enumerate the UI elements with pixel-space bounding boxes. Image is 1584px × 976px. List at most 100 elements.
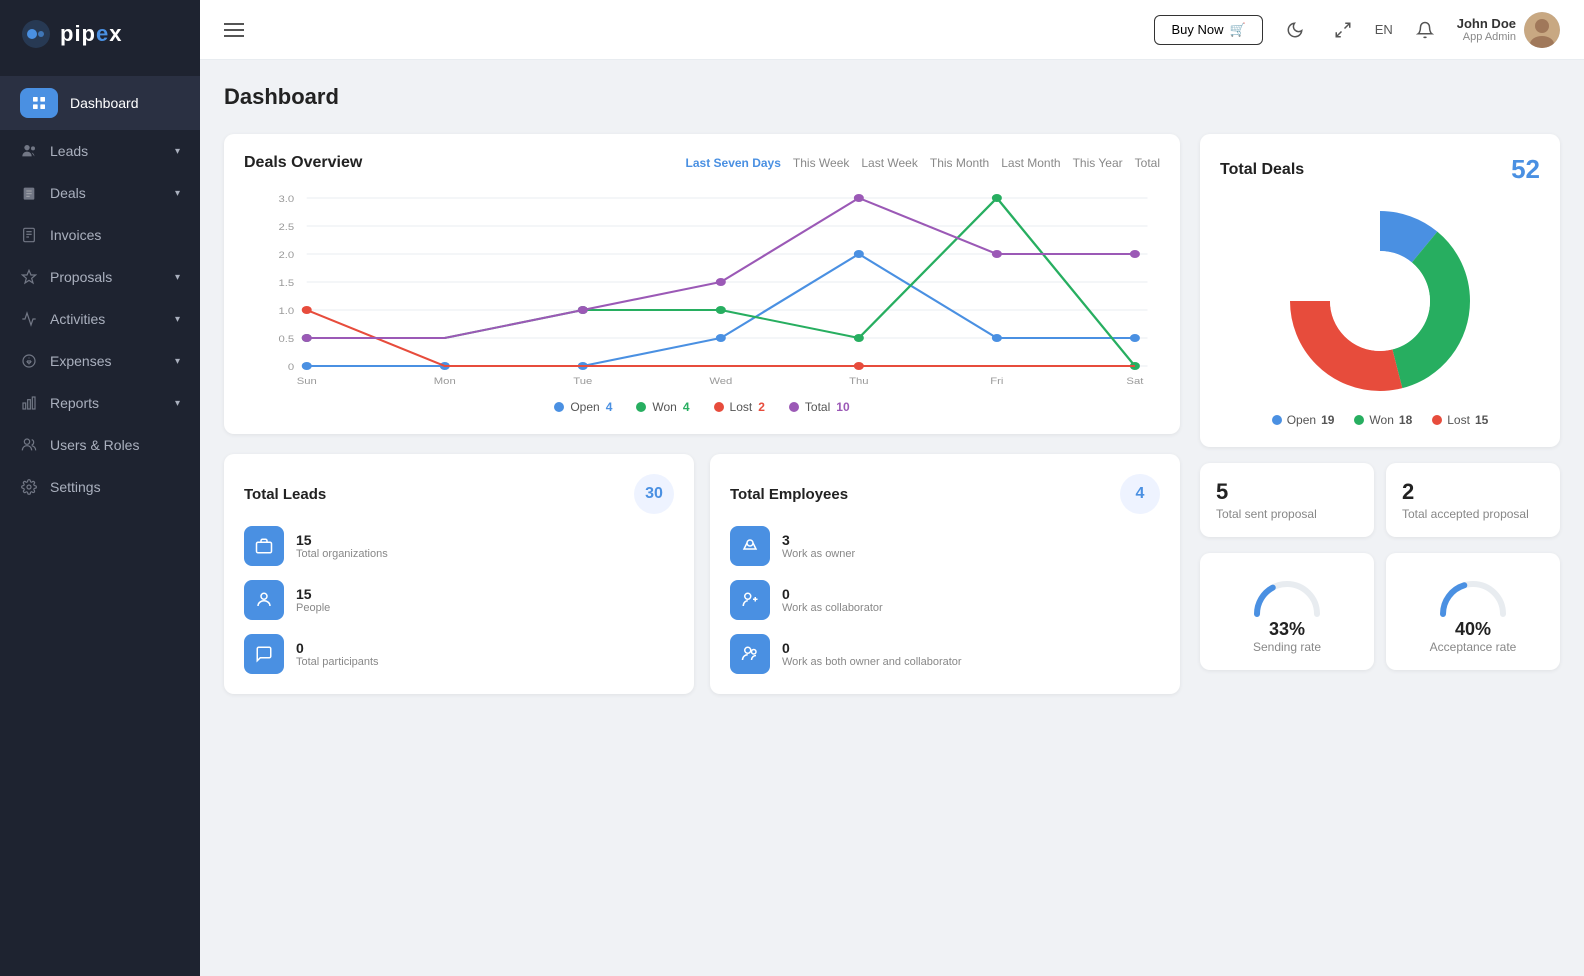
dashboard-grid: Deals Overview Last Seven Days This Week…	[224, 134, 1560, 694]
total-deals-header: Total Deals 52	[1220, 154, 1540, 185]
both-label: Work as both owner and collaborator	[782, 656, 962, 668]
sidebar-item-label: Settings	[50, 479, 101, 495]
page-content: Dashboard Deals Overview Last Seven Days…	[200, 60, 1584, 976]
owner-value: 3	[782, 532, 855, 548]
legend-dot-open	[554, 402, 564, 412]
svg-text:Sat: Sat	[1126, 377, 1143, 387]
svg-text:1.5: 1.5	[279, 279, 295, 289]
sidebar-item-label: Leads	[50, 143, 88, 159]
sidebar-item-reports[interactable]: Reports ▾	[0, 382, 200, 424]
sending-rate-card: 33% Sending rate	[1200, 553, 1374, 670]
svg-text:1.0: 1.0	[279, 307, 295, 317]
collaborator-value: 0	[782, 586, 883, 602]
sidebar-item-expenses[interactable]: Expenses ▾	[0, 340, 200, 382]
rate-row: 33% Sending rate 40% Acceptance rate	[1200, 553, 1560, 670]
donut-legend: Open 19 Won 18 Lost 15	[1220, 413, 1540, 427]
svg-text:2.0: 2.0	[279, 251, 295, 261]
header-right: Buy Now 🛒 EN John Doe App Admin	[1154, 12, 1560, 48]
total-deals-count: 52	[1511, 154, 1540, 185]
people-label: People	[296, 602, 330, 614]
notifications-button[interactable]	[1409, 14, 1441, 46]
legend-label-won: Won	[652, 400, 676, 414]
svg-text:2.5: 2.5	[279, 223, 295, 233]
filter-last-week[interactable]: Last Week	[861, 156, 917, 170]
fullscreen-button[interactable]	[1327, 14, 1359, 46]
stats-row: Total Leads 30 15 Total organizations	[224, 454, 1180, 694]
chevron-down-icon: ▾	[175, 398, 180, 409]
legend-dot-lost	[714, 402, 724, 412]
buy-now-label: Buy Now	[1171, 22, 1223, 37]
stat-item-both: 0 Work as both owner and collaborator	[730, 634, 1160, 674]
buy-now-button[interactable]: Buy Now 🛒	[1154, 15, 1262, 45]
user-name: John Doe	[1457, 16, 1516, 31]
owner-label: Work as owner	[782, 548, 855, 560]
total-leads-header: Total Leads 30	[244, 474, 674, 514]
sent-proposal-label: Total sent proposal	[1216, 507, 1358, 521]
filter-this-month[interactable]: This Month	[930, 156, 989, 170]
leads-icon	[20, 142, 38, 160]
donut-legend-open: Open 19	[1272, 413, 1335, 427]
sidebar-item-activities[interactable]: Activities ▾	[0, 298, 200, 340]
filter-total[interactable]: Total	[1135, 156, 1160, 170]
sidebar-item-label: Deals	[50, 185, 86, 201]
proposal-row: 5 Total sent proposal 2 Total accepted p…	[1200, 463, 1560, 537]
page-title: Dashboard	[224, 84, 1560, 110]
deals-overview-header: Deals Overview Last Seven Days This Week…	[244, 154, 1160, 172]
total-leads-title: Total Leads	[244, 486, 326, 503]
person-icon	[244, 580, 284, 620]
sidebar-item-invoices[interactable]: Invoices	[0, 214, 200, 256]
stat-item-collaborator: 0 Work as collaborator	[730, 580, 1160, 620]
filter-last-seven-days[interactable]: Last Seven Days	[686, 156, 781, 170]
sidebar-item-label: Proposals	[50, 269, 112, 285]
sidebar-item-label: Expenses	[50, 353, 111, 369]
donut-dot-open	[1272, 415, 1282, 425]
chart-svg: 3.0 2.5 2.0 1.5 1.0 0.5 0 Sun Mon Tue We…	[244, 188, 1160, 388]
chevron-down-icon: ▾	[175, 356, 180, 367]
avatar[interactable]	[1524, 12, 1560, 48]
organizations-label: Total organizations	[296, 548, 388, 560]
legend-count-open: 4	[606, 400, 613, 414]
side-column: Total Deals 52	[1200, 134, 1560, 694]
deals-icon	[20, 184, 38, 202]
header-left	[224, 23, 244, 37]
legend-dot-won	[636, 402, 646, 412]
sidebar-item-label: Dashboard	[70, 95, 139, 111]
activities-icon	[20, 310, 38, 328]
acceptance-rate-value: 40%	[1455, 619, 1491, 640]
donut-legend-won: Won 18	[1354, 413, 1412, 427]
people-value: 15	[296, 586, 330, 602]
hamburger-menu[interactable]	[224, 23, 244, 37]
main-area: Buy Now 🛒 EN John Doe App Admin	[200, 0, 1584, 976]
sidebar-item-users-roles[interactable]: Users & Roles	[0, 424, 200, 466]
filter-this-week[interactable]: This Week	[793, 156, 849, 170]
legend-label-total: Total	[805, 400, 830, 414]
svg-text:Tue: Tue	[573, 377, 592, 387]
deals-chart: 3.0 2.5 2.0 1.5 1.0 0.5 0 Sun Mon Tue We…	[244, 188, 1160, 388]
proposals-icon	[20, 268, 38, 286]
sidebar-item-label: Users & Roles	[50, 437, 139, 453]
svg-text:3.0: 3.0	[279, 195, 295, 205]
sidebar-item-dashboard[interactable]: Dashboard	[0, 76, 200, 130]
donut-count-lost: 15	[1475, 413, 1488, 427]
total-leads-count: 30	[634, 474, 674, 514]
donut-label-open: Open	[1287, 413, 1316, 427]
filter-last-month[interactable]: Last Month	[1001, 156, 1060, 170]
dark-mode-button[interactable]	[1279, 14, 1311, 46]
stat-item-people: 15 People	[244, 580, 674, 620]
total-employees-card: Total Employees 4 3 Work as owner	[710, 454, 1180, 694]
badge-icon	[730, 526, 770, 566]
sidebar-item-leads[interactable]: Leads ▾	[0, 130, 200, 172]
sidebar-item-proposals[interactable]: Proposals ▾	[0, 256, 200, 298]
sending-rate-label: Sending rate	[1253, 640, 1321, 654]
sidebar-item-settings[interactable]: Settings	[0, 466, 200, 508]
donut-label-lost: Lost	[1447, 413, 1470, 427]
sending-arc-svg	[1252, 569, 1322, 619]
svg-text:0: 0	[288, 363, 295, 373]
sidebar-item-deals[interactable]: Deals ▾	[0, 172, 200, 214]
donut-count-won: 18	[1399, 413, 1412, 427]
language-selector[interactable]: EN	[1375, 22, 1393, 37]
participants-label: Total participants	[296, 656, 379, 668]
person-add-icon	[730, 580, 770, 620]
total-employees-title: Total Employees	[730, 486, 848, 503]
filter-this-year[interactable]: This Year	[1073, 156, 1123, 170]
